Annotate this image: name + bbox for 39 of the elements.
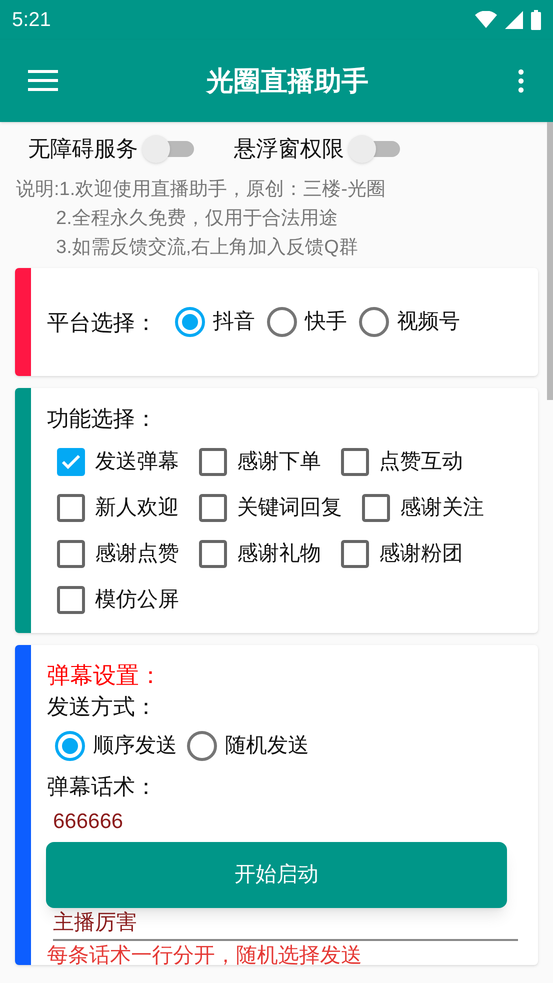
checkbox-option[interactable]: 感谢粉团 [341, 538, 463, 570]
section-label: 平台选择： [47, 308, 157, 336]
menu-button[interactable] [28, 70, 58, 92]
app-title: 光圈直播助手 [204, 64, 370, 98]
radio-option[interactable]: 顺序发送 [55, 730, 177, 762]
radio-option[interactable]: 随机发送 [187, 730, 309, 762]
section-label: 发送方式： [47, 693, 158, 721]
checkbox-option[interactable]: 点赞互动 [341, 446, 463, 478]
switch-label: 无障碍服务 [28, 135, 138, 163]
start-button[interactable]: 开始启动 [46, 842, 507, 908]
signal-icon [505, 11, 523, 29]
instruction-text: 2.全程永久免费，仅用于合法用途 [55, 207, 339, 231]
checkbox-option[interactable]: 发送弹幕 [57, 446, 179, 478]
status-time: 5:21 [12, 8, 51, 33]
radio-option[interactable]: 视频号 [359, 306, 460, 338]
scrollbar[interactable] [547, 122, 553, 400]
checkbox-option[interactable]: 感谢下单 [199, 446, 321, 478]
more-options-button[interactable] [517, 69, 525, 93]
checkbox-option[interactable]: 关键词回复 [199, 492, 342, 524]
wifi-icon [475, 11, 497, 29]
checkbox-option[interactable]: 新人欢迎 [57, 492, 179, 524]
checkbox-option[interactable]: 感谢关注 [362, 492, 484, 524]
switch-label: 悬浮窗权限 [234, 135, 344, 163]
toggle-switch[interactable] [348, 134, 400, 162]
radio-option[interactable]: 快手 [267, 306, 347, 338]
toggle-switch[interactable] [142, 134, 194, 162]
instruction-text: 说明:1.欢迎使用直播助手，原创：三楼-光圈 [16, 178, 386, 202]
checkbox-option[interactable]: 感谢礼物 [199, 538, 321, 570]
hint-text: 每条话术一行分开，随机选择发送 [47, 943, 363, 965]
battery-icon [531, 10, 541, 30]
radio-option[interactable]: 抖音 [175, 306, 255, 338]
section-title: 弹幕设置： [47, 661, 163, 690]
script-line[interactable]: 666666 [53, 807, 124, 837]
section-label: 功能选择： [47, 405, 158, 433]
script-line[interactable]: 主播厉害 [53, 909, 137, 937]
section-label: 弹幕话术： [47, 773, 158, 801]
instruction-text: 3.如需反馈交流,右上角加入反馈Q群 [55, 236, 359, 260]
checkbox-option[interactable]: 感谢点赞 [57, 538, 179, 570]
checkbox-option[interactable]: 模仿公屏 [57, 584, 179, 616]
